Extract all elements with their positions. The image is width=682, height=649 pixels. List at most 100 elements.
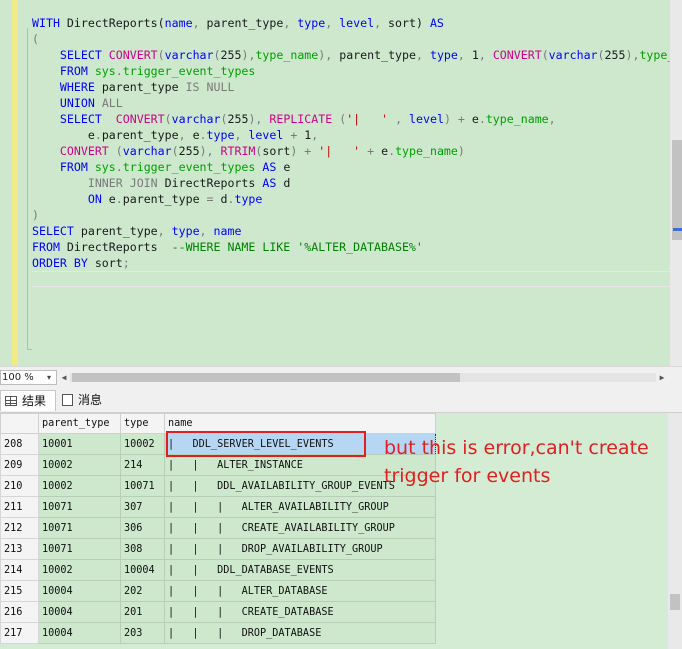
cell-type[interactable]: 201 [120, 601, 165, 623]
cell-parent-type[interactable]: 10001 [38, 433, 121, 455]
cell-type[interactable]: 10071 [120, 475, 165, 497]
zoom-select[interactable]: 100 % ▾ [0, 370, 57, 385]
table-row[interactable]: 211 10071 307 | | | ALTER_AVAILABILITY_GROU… [0, 496, 436, 518]
editor-vertical-scroll-thumb[interactable] [672, 140, 682, 240]
tab-messages[interactable]: 消息 [58, 390, 114, 411]
cell-name[interactable]: | | | ALTER_AVAILABILITY_GROUP [164, 496, 436, 518]
code-token: , [311, 128, 319, 142]
code-line: FROM sys.trigger_event_types AS e [32, 159, 670, 175]
cell-parent-type[interactable]: 10004 [38, 601, 121, 623]
table-row[interactable]: 212 10071 306 | | | CREATE_AVAILABILITY_GRO… [0, 517, 436, 539]
row-number-cell[interactable]: 213 [0, 538, 39, 560]
cell-parent-type[interactable]: 10071 [38, 496, 121, 518]
code-token: type_name [395, 144, 458, 158]
cell-name[interactable]: | | DDL_DATABASE_EVENTS [164, 559, 436, 581]
cell-type[interactable]: 307 [120, 496, 165, 518]
code-token: . [388, 144, 396, 158]
cell-parent-type[interactable]: 10002 [38, 559, 121, 581]
cell-parent-type[interactable]: 10004 [38, 622, 121, 644]
code-line: INNER JOIN DirectReports AS d [32, 175, 670, 191]
cell-name[interactable]: | | | DROP_AVAILABILITY_GROUP [164, 538, 436, 560]
cell-name[interactable]: | | | CREATE_DATABASE [164, 601, 436, 623]
code-token: type [171, 224, 200, 238]
scroll-right-icon[interactable]: ▶ [656, 371, 668, 384]
table-row[interactable]: 216 10004 201 | | | CREATE_DATABASE [0, 601, 436, 623]
code-token: e [283, 160, 291, 174]
code-token: WITH [32, 16, 67, 30]
code-token: CONVERT [59, 144, 116, 158]
cell-name[interactable]: | | | CREATE_AVAILABILITY_GROUP [164, 517, 436, 539]
tab-results[interactable]: 结果 [0, 390, 56, 411]
code-token: ( [213, 48, 221, 62]
results-table: parent_type type name 208 10001 10002 | DDL… [0, 413, 436, 644]
cell-parent-type[interactable]: 10071 [38, 517, 121, 539]
code-token: , [395, 112, 410, 126]
code-token: sys [94, 64, 116, 78]
cell-type[interactable]: 306 [120, 517, 165, 539]
code-token: parent_type [122, 192, 207, 206]
cell-parent-type[interactable]: 10002 [38, 475, 121, 497]
code-token: ( [115, 144, 123, 158]
code-token: DirectReports( [66, 16, 165, 30]
cell-name[interactable]: | | | DROP_DATABASE [164, 622, 436, 644]
cell-type[interactable]: 10004 [120, 559, 165, 581]
row-number-cell[interactable]: 208 [0, 433, 39, 455]
code-token: e [192, 128, 200, 142]
code-line: CONVERT (varchar(255), RTRIM(sort) + '| … [32, 143, 670, 159]
row-number-header[interactable] [0, 413, 39, 434]
cell-name[interactable]: | | | ALTER_DATABASE [164, 580, 436, 602]
sql-code[interactable]: WITH DirectReports(name, parent_type, ty… [32, 15, 670, 355]
code-line: UNION ALL [32, 95, 670, 111]
code-token: 255 [227, 112, 249, 126]
code-line: ) [32, 207, 670, 223]
code-token: parent_type [206, 16, 284, 30]
code-token: CONVERT [108, 48, 158, 62]
table-row[interactable]: 214 10002 10004 | | DDL_DATABASE_EVENTS [0, 559, 436, 581]
code-line: ORDER BY sort; [32, 255, 670, 271]
cell-parent-type[interactable]: 10004 [38, 580, 121, 602]
code-token: ; [122, 256, 130, 270]
row-number-cell[interactable]: 215 [0, 580, 39, 602]
grid-vertical-scroll-thumb[interactable] [670, 594, 680, 610]
row-number-cell[interactable]: 212 [0, 517, 39, 539]
table-row[interactable]: 210 10002 10071 | | DDL_AVAILABILITY_GROUP_… [0, 475, 436, 497]
code-token: + [367, 144, 382, 158]
code-token: SELECT [32, 224, 81, 238]
cell-parent-type[interactable]: 10002 [38, 454, 121, 476]
column-header-name[interactable]: name [164, 413, 436, 434]
code-token: d [283, 176, 291, 190]
code-token: '| ' [346, 112, 396, 126]
code-token: DirectReports [164, 176, 263, 190]
cell-type[interactable]: 214 [120, 454, 165, 476]
cell-type[interactable]: 10002 [120, 433, 165, 455]
cell-type[interactable]: 202 [120, 580, 165, 602]
results-tab-bar: 结果 消息 [0, 387, 682, 413]
table-row[interactable]: 217 10004 203 | | | DROP_DATABASE [0, 622, 436, 644]
cell-parent-type[interactable]: 10071 [38, 538, 121, 560]
code-token: , [192, 16, 207, 30]
row-number-cell[interactable]: 211 [0, 496, 39, 518]
row-number-cell[interactable]: 214 [0, 559, 39, 581]
code-token: ( [171, 144, 179, 158]
row-number-cell[interactable]: 216 [0, 601, 39, 623]
query-editor[interactable]: WITH DirectReports(name, parent_type, ty… [0, 0, 682, 366]
column-header-type[interactable]: type [120, 413, 165, 434]
cell-type[interactable]: 308 [120, 538, 165, 560]
table-row[interactable]: 209 10002 214 | | ALTER_INSTANCE [0, 454, 436, 476]
code-token: varchar [171, 112, 221, 126]
cell-type[interactable]: 203 [120, 622, 165, 644]
column-header-parent-type[interactable]: parent_type [38, 413, 121, 434]
table-row[interactable]: 215 10004 202 | | | ALTER_DATABASE [0, 580, 436, 602]
table-row[interactable]: 213 10071 308 | | | DROP_AVAILABILITY_GROUP [0, 538, 436, 560]
code-token: = [206, 192, 221, 206]
code-token: AS [429, 16, 444, 30]
row-number-cell[interactable]: 210 [0, 475, 39, 497]
scroll-left-icon[interactable]: ◀ [59, 371, 69, 384]
row-number-cell[interactable]: 209 [0, 454, 39, 476]
table-row[interactable]: 208 10001 10002 | DDL_SERVER_LEVEL_EVENTS [0, 433, 436, 455]
editor-horizontal-scroll-thumb[interactable] [72, 373, 460, 382]
row-number-cell[interactable]: 217 [0, 622, 39, 644]
